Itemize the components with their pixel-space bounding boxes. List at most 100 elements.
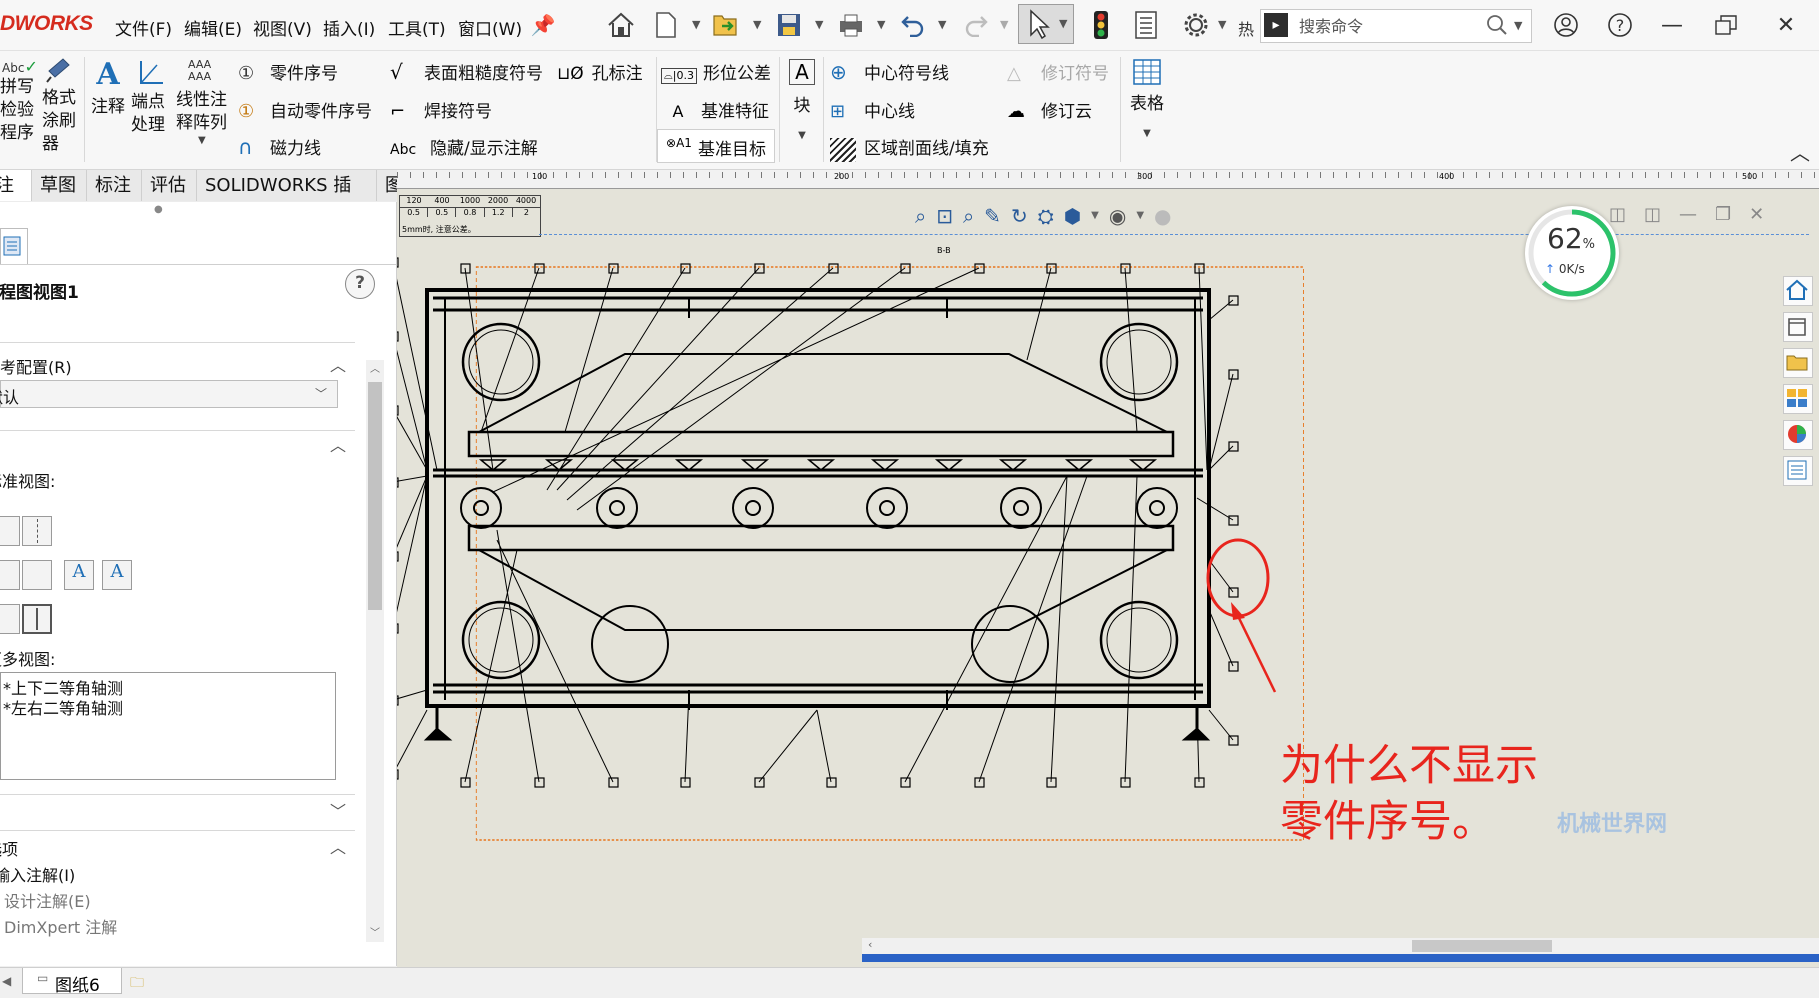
magnetic-line-button[interactable]: ∩ 磁力线 bbox=[238, 134, 321, 159]
menu-window[interactable]: 窗口(W) bbox=[458, 15, 522, 40]
close-window-icon[interactable]: ✕ bbox=[1766, 10, 1806, 40]
balloon-button[interactable]: ① 零件序号 bbox=[238, 59, 338, 84]
weld-symbol-button[interactable]: ⌐ 焊接符号 bbox=[390, 97, 492, 122]
endpoint-button[interactable]: 端点 处理 bbox=[131, 57, 171, 137]
scroll-down-icon[interactable]: ﹀ bbox=[366, 924, 384, 939]
hole-callout-button[interactable]: ⊔Ø 孔标注 bbox=[557, 59, 643, 84]
list-item[interactable]: *左右二等角轴测 bbox=[3, 695, 123, 719]
chevron-down-icon[interactable]: ▼ bbox=[785, 130, 819, 141]
select-tool-button[interactable]: ▼ bbox=[1018, 4, 1074, 44]
restore-window-icon[interactable] bbox=[1706, 10, 1746, 40]
task-pane-file-explorer-icon[interactable] bbox=[1783, 348, 1813, 378]
home-icon[interactable] bbox=[605, 9, 637, 41]
datum-target-button[interactable]: ⊗A1 基准目标 bbox=[657, 129, 775, 163]
spell-check-button[interactable]: Abc✓ 拼写 检验 程序 bbox=[0, 57, 38, 145]
design-annotations-checkbox[interactable]: 设计注解(E) bbox=[4, 888, 91, 912]
task-pane-home-icon[interactable] bbox=[1783, 276, 1813, 306]
view-front-button[interactable] bbox=[0, 516, 20, 546]
gear-icon[interactable] bbox=[1180, 9, 1212, 41]
menu-tools[interactable]: 工具(T) bbox=[388, 15, 446, 40]
drawing-horizontal-scrollbar[interactable]: ‹ bbox=[862, 938, 1819, 954]
area-hatch-button[interactable]: 区域剖面线/填充 bbox=[830, 134, 989, 162]
help-icon[interactable]: ? bbox=[1600, 10, 1640, 40]
panel-scrollbar[interactable]: ︿ ﹀ bbox=[366, 360, 384, 942]
collapse-up-icon[interactable]: ︿ bbox=[330, 352, 346, 376]
network-speed-widget[interactable]: 62% ↑ 0K/s bbox=[1525, 206, 1619, 300]
help-icon[interactable]: ? bbox=[345, 269, 375, 299]
search-icon[interactable] bbox=[1485, 13, 1509, 41]
task-pane-view-palette-icon[interactable] bbox=[1783, 384, 1813, 414]
chevron-down-icon[interactable]: ▼ bbox=[1000, 18, 1008, 31]
tab-dimension[interactable]: 标注 bbox=[87, 170, 142, 201]
menu-edit[interactable]: 编辑(E) bbox=[184, 15, 242, 40]
linear-note-pattern-button[interactable]: AAA AAA 线性注 释阵列 ▼ bbox=[176, 59, 232, 147]
auto-balloon-button[interactable]: ① 自动零件序号 bbox=[238, 97, 372, 122]
chevron-down-icon[interactable]: ▼ bbox=[815, 18, 823, 31]
sheet-tab-active[interactable]: ▭ 图纸6 bbox=[22, 968, 122, 996]
command-icon[interactable]: ▸ bbox=[1264, 13, 1288, 37]
search-input[interactable] bbox=[1297, 12, 1481, 40]
task-pane-appearances-icon[interactable] bbox=[1783, 420, 1813, 450]
tab-annotation[interactable]: 注解 bbox=[0, 170, 32, 201]
import-annotations-checkbox[interactable]: 输入注解(I) bbox=[0, 862, 75, 886]
chevron-down-icon[interactable]: ▼ bbox=[1514, 19, 1522, 32]
scroll-up-icon[interactable]: ︿ bbox=[366, 360, 384, 375]
centerline-button[interactable]: ⊞ 中心线 bbox=[830, 97, 915, 122]
revision-cloud-button[interactable]: ☁ 修订云 bbox=[1007, 97, 1092, 122]
minimize-window-icon[interactable]: — bbox=[1652, 10, 1692, 40]
tab-solidworks-addins[interactable]: SOLIDWORKS 插件 bbox=[197, 170, 377, 227]
scrollbar-thumb[interactable] bbox=[368, 382, 382, 610]
menu-insert[interactable]: 插入(I) bbox=[323, 15, 375, 40]
note-button[interactable]: A 注释 bbox=[88, 57, 128, 117]
undo-icon[interactable] bbox=[897, 9, 929, 41]
user-account-icon[interactable] bbox=[1546, 10, 1586, 40]
scroll-left-icon[interactable]: ‹ bbox=[868, 938, 872, 951]
save-icon[interactable] bbox=[773, 9, 805, 41]
property-manager-tab[interactable] bbox=[0, 228, 28, 264]
view-left-button[interactable] bbox=[22, 560, 52, 590]
chevron-down-icon[interactable]: ▼ bbox=[1059, 17, 1067, 30]
block-button[interactable]: A 块 ▼ bbox=[785, 59, 819, 141]
view-dimetric-button[interactable] bbox=[0, 604, 20, 634]
print-icon[interactable] bbox=[835, 9, 867, 41]
dimxpert-annotations-checkbox[interactable]: DimXpert 注解 bbox=[4, 914, 117, 938]
datum-feature-button[interactable]: A 基准特征 bbox=[661, 97, 769, 122]
pin-icon[interactable]: 📌 bbox=[527, 9, 559, 41]
collapse-up-icon[interactable]: ︿ bbox=[330, 432, 346, 456]
rebuild-traffic-light-icon[interactable] bbox=[1085, 9, 1117, 41]
file-properties-icon[interactable] bbox=[1130, 9, 1162, 41]
chevron-down-icon[interactable]: ▼ bbox=[938, 18, 946, 31]
menu-file[interactable]: 文件(F) bbox=[115, 15, 172, 40]
open-document-icon[interactable] bbox=[710, 9, 742, 41]
task-pane-library-icon[interactable] bbox=[1783, 312, 1813, 342]
add-sheet-icon[interactable]: 🗀 bbox=[130, 972, 144, 996]
collapse-up-icon[interactable]: ︿ bbox=[330, 834, 346, 858]
scrollbar-thumb[interactable] bbox=[1412, 940, 1552, 952]
chevron-down-icon[interactable]: ▼ bbox=[753, 18, 761, 31]
format-painter-button[interactable]: 格式 涂刷 器 bbox=[42, 57, 80, 156]
expand-down-icon[interactable]: ﹀ bbox=[330, 798, 346, 822]
redo-icon[interactable] bbox=[960, 9, 992, 41]
view-top-button[interactable] bbox=[0, 560, 20, 590]
tab-evaluate[interactable]: 评估 bbox=[142, 170, 197, 201]
chevron-down-icon[interactable]: ▼ bbox=[877, 18, 885, 31]
config-select[interactable]: 默认 ﹀ bbox=[0, 380, 338, 408]
gtol-button[interactable]: ⌓|0.3 形位公差 bbox=[661, 59, 771, 84]
chevron-down-icon[interactable]: ▼ bbox=[1218, 18, 1226, 31]
menu-view[interactable]: 视图(V) bbox=[253, 15, 312, 40]
chevron-down-icon[interactable]: ▼ bbox=[1127, 128, 1167, 139]
chevron-down-icon[interactable]: ▼ bbox=[198, 135, 232, 146]
new-document-icon[interactable] bbox=[650, 9, 682, 41]
table-button[interactable]: 表格 ▼ bbox=[1127, 59, 1167, 139]
center-mark-button[interactable]: ⊕ 中心符号线 bbox=[830, 59, 949, 84]
task-pane-custom-properties-icon[interactable] bbox=[1783, 456, 1813, 486]
collapse-ribbon-icon[interactable]: ︿ bbox=[1790, 137, 1810, 166]
surface-finish-button[interactable]: √ 表面粗糙度符号 bbox=[390, 59, 543, 84]
tab-sketch[interactable]: 草图 bbox=[32, 170, 87, 201]
hide-show-annotations-button[interactable]: Abc 隐藏/显示注解 bbox=[390, 134, 538, 159]
prev-sheet-icon[interactable]: ◀ bbox=[2, 974, 11, 988]
view-current-button[interactable] bbox=[22, 604, 52, 634]
view-isometric-button[interactable]: A bbox=[64, 560, 94, 590]
chevron-down-icon[interactable]: ▼ bbox=[692, 18, 700, 31]
revision-symbol-button[interactable]: △ 修订符号 bbox=[1007, 59, 1109, 84]
